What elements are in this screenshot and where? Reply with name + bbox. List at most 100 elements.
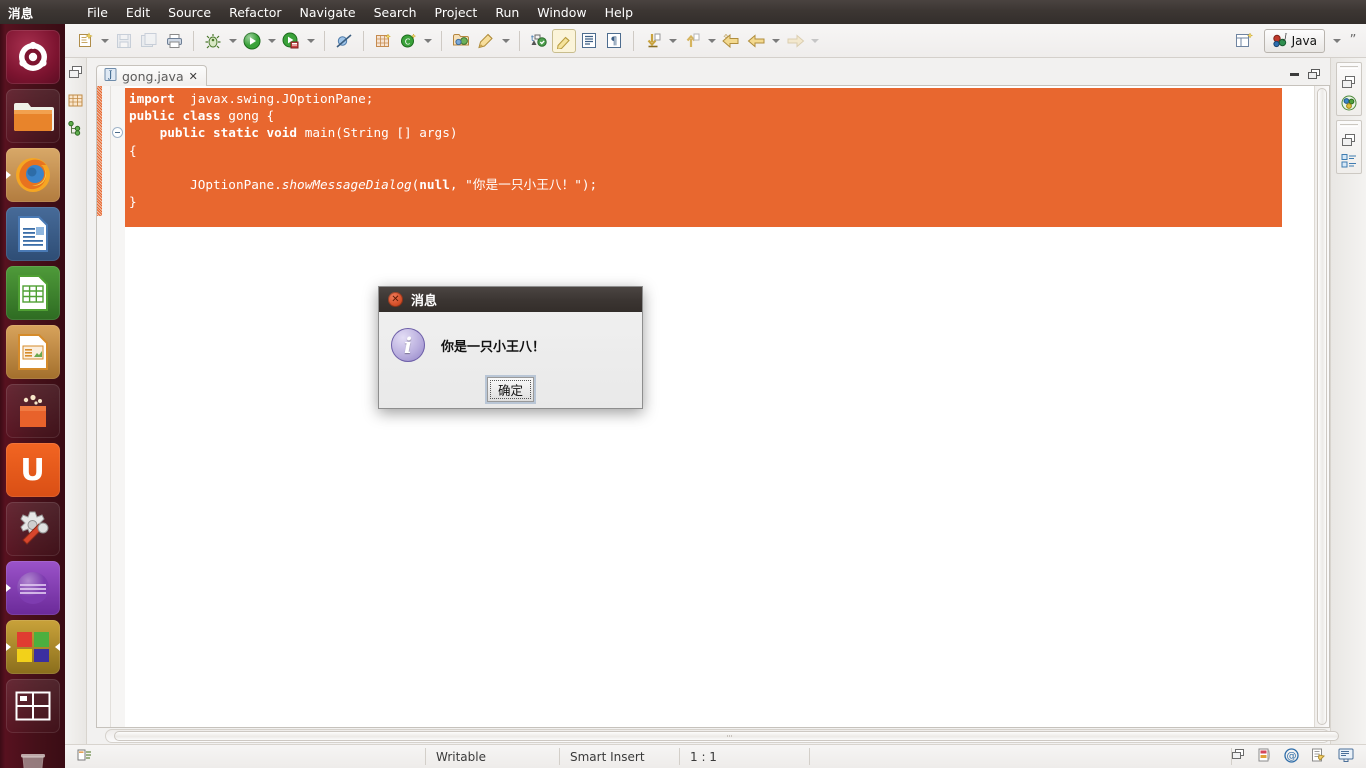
forward-dropdown-icon[interactable]: [808, 29, 821, 53]
vertical-scroll-thumb[interactable]: [1317, 88, 1327, 725]
menu-refactor[interactable]: Refactor: [220, 3, 290, 22]
show-whitespace-icon[interactable]: [577, 29, 601, 53]
next-annotation-dropdown-icon[interactable]: [666, 29, 679, 53]
change-ruler-bar: [97, 86, 102, 216]
new-java-project-icon[interactable]: [371, 29, 395, 53]
next-annotation-icon[interactable]: [641, 29, 665, 53]
type-hierarchy-icon[interactable]: [68, 120, 84, 136]
search-dropdown-icon[interactable]: [499, 29, 512, 53]
svg-text:C: C: [405, 37, 411, 46]
pilcrow-icon[interactable]: ¶: [602, 29, 626, 53]
ok-button[interactable]: 确定: [486, 377, 534, 402]
fastview-grip-top[interactable]: [1339, 66, 1358, 69]
editor-vertical-scrollbar[interactable]: [1314, 86, 1329, 727]
new-java-class-dropdown-icon[interactable]: [421, 29, 434, 53]
notes-icon[interactable]: [1311, 748, 1326, 766]
back-dropdown-icon[interactable]: [769, 29, 782, 53]
eclipse-window: File Edit Source Refactor Navigate Searc…: [65, 0, 1366, 768]
menu-window[interactable]: Window: [528, 3, 595, 22]
annotation-ruler[interactable]: [97, 86, 111, 727]
eclipse-workarea: J gong.java ✕ import javax.swing.JOption…: [65, 58, 1366, 744]
build-status-icon[interactable]: [1257, 748, 1272, 766]
run-external-tools-icon[interactable]: [279, 29, 303, 53]
launcher-item-libreoffice-calc[interactable]: [5, 266, 60, 320]
launcher-item-software-center[interactable]: [5, 384, 60, 438]
launcher-item-ubuntu-one[interactable]: U: [5, 443, 60, 497]
previous-annotation-icon[interactable]: [680, 29, 704, 53]
fastview-right: [1330, 58, 1366, 744]
new-java-class-icon[interactable]: C: [396, 29, 420, 53]
launcher-item-libreoffice-impress[interactable]: [5, 325, 60, 379]
editor-window-buttons: [1281, 65, 1330, 86]
menu-help[interactable]: Help: [596, 3, 643, 22]
new-wizard-dropdown-icon[interactable]: [98, 29, 111, 53]
menu-navigate[interactable]: Navigate: [291, 3, 365, 22]
menu-run[interactable]: Run: [486, 3, 528, 22]
outline-icon[interactable]: [1341, 153, 1357, 169]
print-icon[interactable]: [162, 29, 186, 53]
horizontal-scroll-thumb[interactable]: [114, 731, 1339, 741]
open-type-icon[interactable]: [449, 29, 473, 53]
minimize-icon[interactable]: [1289, 65, 1301, 84]
restore-icon[interactable]: [68, 64, 84, 80]
menu-source[interactable]: Source: [159, 3, 220, 22]
editor-horizontal-scrollbar[interactable]: [105, 729, 1339, 743]
launcher-item-workspace-switcher[interactable]: [5, 679, 60, 733]
last-edit-location-icon[interactable]: t: [527, 29, 551, 53]
toggle-mark-occurrences-icon[interactable]: [552, 28, 576, 53]
launcher-item-system-settings[interactable]: [5, 502, 60, 556]
save-icon[interactable]: [112, 29, 136, 53]
editor-horizontal-scrollbar-wrap: [105, 728, 1339, 744]
back-icon[interactable]: [744, 29, 768, 53]
maximize-icon[interactable]: [1308, 65, 1320, 84]
tabbar-filler: [206, 65, 1281, 86]
restore-icon[interactable]: [1341, 74, 1357, 90]
menu-edit[interactable]: Edit: [117, 3, 159, 22]
launcher-item-files[interactable]: [5, 89, 60, 143]
toolbar-overflow-icon[interactable]: ”: [1348, 33, 1366, 48]
toolbar-separator-2: [324, 30, 325, 51]
run-dropdown-icon[interactable]: [265, 29, 278, 53]
previous-annotation-dropdown-icon[interactable]: [705, 29, 718, 53]
search-icon[interactable]: [474, 29, 498, 53]
new-wizard-icon[interactable]: [73, 29, 97, 53]
code-editor[interactable]: import javax.swing.JOptionPane; public cl…: [125, 86, 1314, 727]
save-all-icon[interactable]: [137, 29, 161, 53]
package-explorer-icon[interactable]: [68, 92, 84, 108]
perspective-dropdown-icon[interactable]: [1330, 29, 1343, 53]
folding-ruler[interactable]: [111, 86, 125, 727]
fold-collapse-icon[interactable]: [112, 127, 123, 138]
code-line: public class gong {: [129, 108, 275, 124]
editor-tab-gong-java[interactable]: J gong.java ✕: [96, 65, 207, 86]
launcher-item-eclipse[interactable]: [5, 561, 60, 615]
run-external-dropdown-icon[interactable]: [304, 29, 317, 53]
launcher-item-blocks-app[interactable]: [5, 620, 60, 674]
console-icon[interactable]: [1338, 748, 1354, 766]
skip-all-breakpoints-icon[interactable]: [332, 29, 356, 53]
debug-dropdown-icon[interactable]: [226, 29, 239, 53]
forward-icon[interactable]: [783, 29, 807, 53]
restore-icon[interactable]: [1341, 132, 1357, 148]
email-icon[interactable]: @: [1284, 747, 1299, 766]
debug-icon[interactable]: [201, 29, 225, 53]
statusbar-right: @: [1231, 747, 1366, 766]
restore-icon[interactable]: [1232, 749, 1245, 764]
launcher-item-trash[interactable]: [6, 738, 60, 768]
run-icon[interactable]: [240, 29, 264, 53]
editor-body[interactable]: import javax.swing.JOptionPane; public cl…: [96, 86, 1330, 728]
launcher-item-firefox[interactable]: [5, 148, 60, 202]
package-explorer-icon[interactable]: [1341, 95, 1357, 111]
menu-project[interactable]: Project: [426, 3, 487, 22]
code-line: }: [129, 228, 137, 244]
fastview-grip-bottom[interactable]: [1339, 124, 1358, 127]
launcher-item-ubuntu-dash[interactable]: [5, 30, 60, 84]
last-edit-position-icon[interactable]: [719, 29, 743, 53]
perspective-java-button[interactable]: J Java: [1263, 28, 1325, 53]
close-icon[interactable]: ✕: [388, 292, 403, 307]
close-icon[interactable]: ✕: [189, 70, 198, 83]
dialog-titlebar[interactable]: ✕ 消息: [379, 287, 642, 312]
menu-search[interactable]: Search: [365, 3, 426, 22]
open-perspective-icon[interactable]: [1233, 29, 1257, 53]
launcher-item-libreoffice-writer[interactable]: [5, 207, 60, 261]
menu-file[interactable]: File: [78, 3, 117, 22]
